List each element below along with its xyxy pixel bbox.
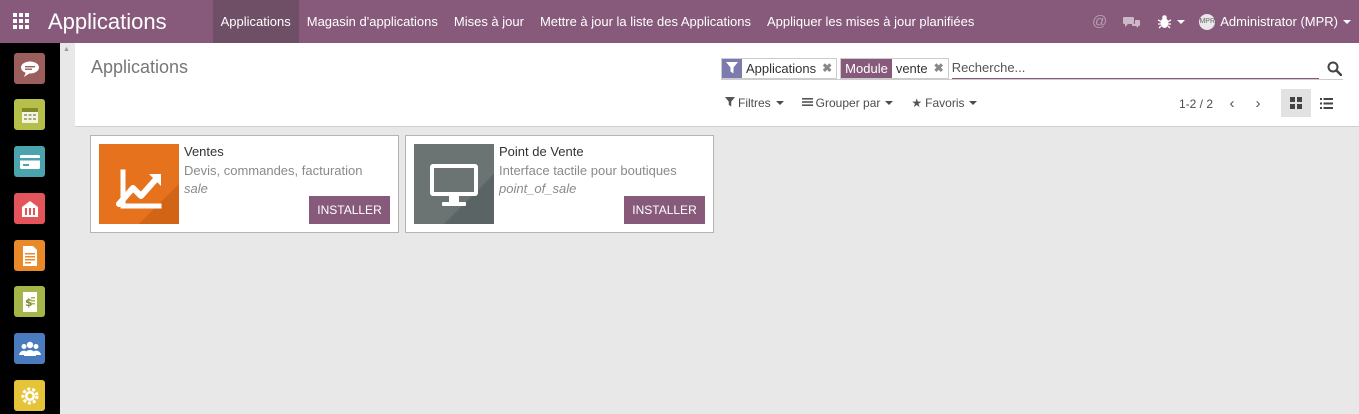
calendar-icon[interactable]	[14, 99, 45, 130]
filters-dropdown[interactable]: Filtres	[725, 96, 784, 110]
user-menu[interactable]: MPR Administrator (MPR)	[1199, 13, 1351, 30]
search-facet-filter: Applications ✖	[721, 57, 838, 79]
list-view-icon[interactable]	[1311, 89, 1341, 117]
app-summary: Interface tactile pour boutiques	[499, 163, 677, 178]
top-navbar: Applications Applications Magasin d'appl…	[0, 0, 1359, 43]
kanban-view: Ventes Devis, commandes, facturation sal…	[90, 135, 720, 233]
pager: 1-2 / 2 ‹ ›	[1179, 95, 1271, 112]
top-menu: Applications Magasin d'applications Mise…	[212, 0, 983, 43]
navbar-right: @ MPR Administrator (MPR)	[1084, 0, 1359, 43]
brand-title: Applications	[48, 8, 167, 34]
avatar: MPR	[1199, 13, 1216, 30]
view-switcher	[1281, 89, 1341, 117]
warehouse-icon[interactable]	[14, 193, 45, 224]
app-card-sales[interactable]: Ventes Devis, commandes, facturation sal…	[90, 135, 399, 233]
app-sidebar: $	[0, 43, 60, 414]
facet-label: Module	[841, 58, 892, 78]
sales-chart-icon	[99, 144, 179, 224]
groupby-label: Grouper par	[815, 96, 881, 110]
filter-icon	[725, 96, 735, 110]
chevron-down-icon	[969, 101, 978, 105]
monitor-icon	[414, 144, 494, 224]
chat-icon[interactable]	[1123, 15, 1141, 29]
bug-icon[interactable]	[1157, 14, 1186, 29]
bug-menu-caret-icon	[1177, 19, 1186, 24]
menu-app-store[interactable]: Magasin d'applications	[299, 0, 446, 43]
menu-updates[interactable]: Mises à jour	[446, 0, 532, 43]
app-name: Ventes	[184, 144, 224, 159]
menu-apply-scheduled-upgrades[interactable]: Appliquer les mises à jour planifiées	[759, 0, 982, 43]
page-title: Applications	[91, 57, 189, 77]
search-facet-module: Module vente ✖	[840, 57, 949, 79]
app-card-point-of-sale[interactable]: Point de Vente Interface tactile pour bo…	[405, 135, 714, 233]
at-icon[interactable]: @	[1092, 13, 1107, 30]
card-icon[interactable]	[14, 146, 45, 177]
filter-icon	[722, 58, 742, 78]
favorites-dropdown[interactable]: ★ Favoris	[911, 96, 978, 110]
menu-update-app-list[interactable]: Mettre à jour la liste des Applications	[532, 0, 759, 43]
search-options: Filtres Grouper par ★ Favoris	[725, 96, 995, 110]
search-input[interactable]	[951, 57, 1319, 79]
groupby-dropdown[interactable]: Grouper par	[801, 96, 894, 110]
app-switcher-icon[interactable]	[0, 0, 43, 43]
favorites-label: Favoris	[925, 96, 965, 110]
facet-value: Applications	[742, 58, 821, 78]
install-button[interactable]: INSTALLER	[624, 196, 705, 224]
app-name: Point de Vente	[499, 144, 584, 159]
chevron-down-icon	[885, 101, 894, 105]
user-menu-caret-icon	[1343, 19, 1351, 24]
install-button[interactable]: INSTALLER	[309, 196, 390, 224]
chevron-left-icon[interactable]: ‹	[1219, 95, 1245, 112]
filters-label: Filtres	[738, 96, 771, 110]
document-icon[interactable]	[14, 240, 45, 271]
users-icon[interactable]	[14, 333, 45, 364]
list-icon	[801, 97, 813, 110]
gear-icon[interactable]	[14, 380, 45, 411]
search-icon[interactable]	[1325, 59, 1343, 77]
star-icon: ★	[911, 96, 923, 110]
user-name: Administrator (MPR)	[1220, 14, 1338, 29]
facet-value: vente	[891, 58, 932, 78]
discuss-icon[interactable]	[14, 53, 45, 84]
menu-applications[interactable]: Applications	[212, 0, 299, 43]
app-technical-name: sale	[184, 181, 208, 196]
search-bar: Applications ✖ Module vente ✖	[721, 57, 1343, 80]
chevron-right-icon[interactable]: ›	[1245, 95, 1271, 112]
remove-facet-icon[interactable]: ✖	[931, 58, 948, 78]
kanban-view-icon[interactable]	[1281, 89, 1311, 117]
invoice-icon[interactable]: $	[14, 286, 45, 317]
remove-facet-icon[interactable]: ✖	[820, 58, 837, 78]
chevron-down-icon	[775, 101, 784, 105]
app-technical-name: point_of_sale	[499, 181, 577, 196]
scroll-up-icon[interactable]: ▲	[63, 46, 70, 53]
pager-value[interactable]: 1-2 / 2	[1179, 97, 1213, 111]
control-panel: Applications Applications ✖ Module vente…	[75, 43, 1359, 127]
app-summary: Devis, commandes, facturation	[184, 163, 363, 178]
